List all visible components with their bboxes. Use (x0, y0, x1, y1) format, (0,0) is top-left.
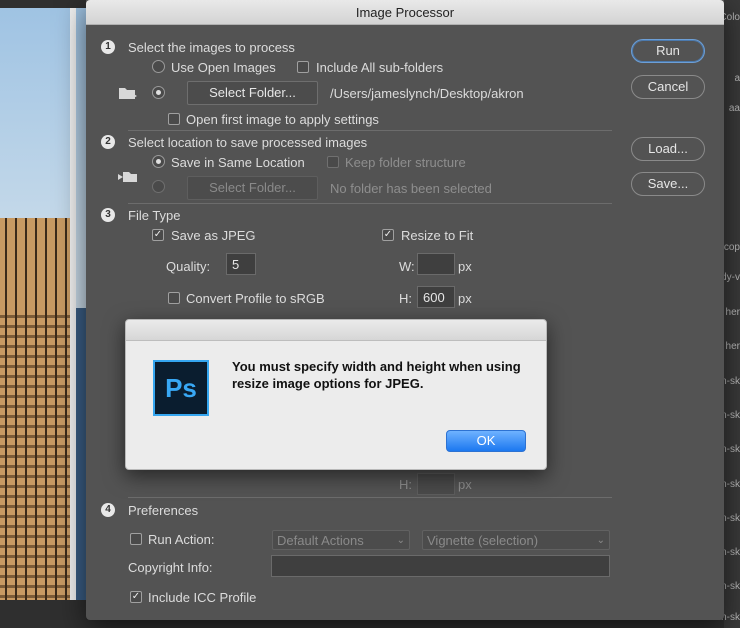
height-unit: px (458, 291, 472, 306)
cancel-button[interactable]: Cancel (631, 75, 705, 99)
alert-message: You must specify width and height when u… (232, 359, 521, 391)
convert-profile-label: Convert Profile to sRGB (186, 291, 325, 306)
image-processor-dialog: Image Processor Run Cancel Load... Save.… (86, 0, 724, 620)
psd-height-input[interactable] (417, 473, 455, 495)
dialog-title: Image Processor (355, 5, 455, 20)
section-2-number: 2 (101, 135, 115, 149)
resize-to-fit-label: Resize to Fit (401, 228, 474, 243)
action-value: Vignette (selection) (427, 533, 539, 548)
save-same-location-radio[interactable] (152, 155, 165, 168)
copyright-input[interactable] (271, 555, 610, 577)
section-2-title: Select location to save processed images (128, 135, 368, 150)
save-settings-button[interactable]: Save... (631, 172, 705, 196)
load-button[interactable]: Load... (631, 137, 705, 161)
open-first-image-checkbox[interactable] (168, 113, 180, 125)
use-open-images-radio[interactable] (152, 60, 165, 73)
action-select[interactable]: Vignette (selection) ⌄ (422, 530, 610, 550)
document-photo (0, 8, 86, 600)
psd-height-label: H: (399, 477, 412, 492)
select-destination-folder-button[interactable]: Select Folder... (187, 176, 318, 200)
panel-label: a (734, 73, 740, 84)
chevron-down-icon: ⌄ (396, 535, 405, 546)
section-3-number: 3 (101, 208, 115, 222)
action-set-select[interactable]: Default Actions ⌄ (272, 530, 410, 550)
section-1-title: Select the images to process (128, 40, 295, 55)
section-divider (128, 497, 612, 498)
convert-profile-checkbox[interactable] (168, 292, 180, 304)
quality-input[interactable]: 5 (226, 253, 256, 275)
run-button[interactable]: Run (631, 39, 705, 63)
section-3-title: File Type (128, 208, 181, 223)
copyright-label: Copyright Info: (128, 560, 213, 575)
panel-label: her (725, 307, 740, 318)
resize-to-fit-checkbox[interactable]: ✓ (382, 229, 394, 241)
use-open-images-label: Use Open Images (171, 60, 276, 75)
destination-folder-path: No folder has been selected (330, 181, 492, 196)
canvas-bottom (86, 620, 724, 628)
save-same-location-label: Save in Same Location (171, 155, 305, 170)
save-as-jpeg-label: Save as JPEG (171, 228, 256, 243)
source-folder-path: /Users/jameslynch/Desktop/akron (330, 86, 524, 101)
panel-label: her (725, 341, 740, 352)
photoshop-app-icon: Ps (153, 360, 209, 416)
section-divider (128, 130, 612, 131)
chevron-down-icon: ⌄ (596, 535, 605, 546)
psd-height-unit: px (458, 477, 472, 492)
folder-save-icon (118, 172, 137, 182)
select-folder-button[interactable]: Select Folder... (187, 81, 318, 105)
save-as-jpeg-checkbox[interactable]: ✓ (152, 229, 164, 241)
ok-button[interactable]: OK (446, 430, 526, 452)
section-4-number: 4 (101, 503, 115, 517)
include-subfolders-label: Include All sub-folders (316, 60, 444, 75)
action-set-value: Default Actions (277, 533, 364, 548)
include-icc-checkbox[interactable]: ✓ (130, 591, 142, 603)
width-label: W: (399, 259, 415, 274)
dialog-titlebar[interactable]: Image Processor (86, 0, 724, 25)
run-action-checkbox[interactable] (130, 533, 142, 545)
right-panel: Colo a aa cop dy-v her her n-sk n-sk n-s… (719, 0, 740, 628)
alert-dialog: Ps You must specify width and height whe… (125, 319, 547, 470)
height-input[interactable]: 600 (417, 286, 455, 308)
width-input[interactable] (417, 253, 455, 275)
run-action-label: Run Action: (148, 532, 215, 547)
open-first-image-label: Open first image to apply settings (186, 112, 379, 127)
width-unit: px (458, 259, 472, 274)
keep-folder-structure-checkbox[interactable] (327, 156, 339, 168)
select-destination-radio[interactable] (152, 180, 165, 193)
folder-open-icon (119, 88, 137, 99)
height-label: H: (399, 291, 412, 306)
include-icc-label: Include ICC Profile (148, 590, 257, 605)
section-1-number: 1 (101, 40, 115, 54)
panel-label: aa (728, 103, 740, 114)
keep-folder-structure-label: Keep folder structure (345, 155, 466, 170)
alert-titlebar[interactable] (126, 320, 546, 341)
section-divider (128, 203, 612, 204)
include-subfolders-checkbox[interactable] (297, 61, 309, 73)
panel-label: cop (723, 242, 740, 253)
quality-label: Quality: (166, 259, 211, 274)
select-folder-radio[interactable] (152, 86, 165, 99)
section-4-title: Preferences (128, 503, 199, 518)
